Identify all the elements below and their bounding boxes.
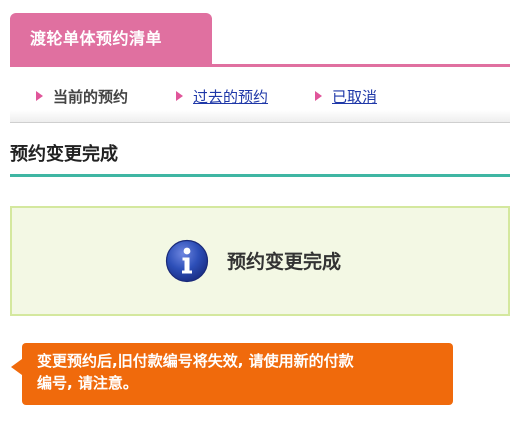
warning-pointer: [11, 359, 22, 375]
subnav-item-past[interactable]: 过去的预约: [176, 87, 268, 107]
section-title: 预约变更完成: [10, 144, 118, 165]
completion-message: 预约变更完成: [227, 251, 342, 273]
reservation-subnav: 当前的预约 过去的预约 已取消: [10, 67, 510, 123]
completion-notice-box: 预约变更完成: [10, 206, 510, 316]
subnav-item-current[interactable]: 当前的预约: [36, 87, 128, 107]
subnav-item-label: 当前的预约: [53, 88, 129, 106]
warning-text-line: 编号, 请注意。: [37, 374, 138, 392]
subnav-item-label[interactable]: 过去的预约: [193, 88, 268, 106]
page-tab-title: 渡轮单体预约清单: [10, 13, 212, 64]
warning-callout: 变更预约后,旧付款编号将失效, 请使用新的付款 编号, 请注意。: [22, 343, 453, 405]
warning-text-line: 变更预约后,旧付款编号将失效, 请使用新的付款: [37, 352, 354, 370]
triangle-right-icon: [176, 91, 183, 101]
subnav-item-cancelled[interactable]: 已取消: [315, 87, 377, 107]
info-icon: [165, 239, 209, 283]
section-divider: [10, 174, 510, 177]
subnav-item-label[interactable]: 已取消: [332, 88, 377, 106]
triangle-right-icon: [36, 91, 43, 101]
triangle-right-icon: [315, 91, 322, 101]
